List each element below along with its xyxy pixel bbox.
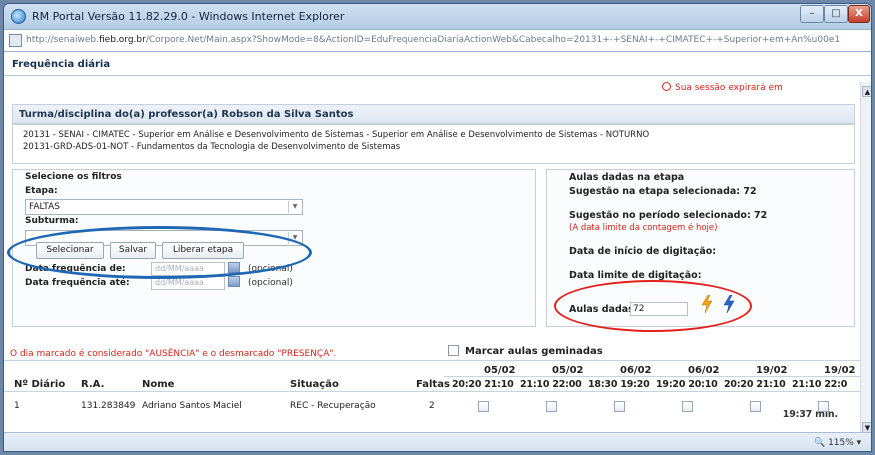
etapa-value: FALTAS <box>29 202 60 212</box>
url-prefix: http://senaiweb. <box>26 35 99 45</box>
address-bar[interactable]: http://senaiweb.fieb.org.br/Corpore.Net/… <box>4 30 871 52</box>
time-header: 21:10 22:00 <box>520 379 582 390</box>
page-title: Frequência diária <box>12 59 111 70</box>
page-content: Frequência diária Sua sessão expirará em… <box>4 52 871 432</box>
limite-digitacao: Data limite de digitação: <box>569 270 702 281</box>
status-bar: 🔍 115% ▾ <box>4 432 871 451</box>
zoom-control[interactable]: 🔍 115% ▾ <box>814 438 861 448</box>
geminadas-checkbox[interactable] <box>448 345 459 356</box>
contagem-note: (A data limite da contagem é hoje) <box>569 223 718 233</box>
header-bottom-line <box>4 391 860 392</box>
scroll-down-icon[interactable]: ▼ <box>862 422 871 432</box>
course-line: 20131 - SENAI - CIMATEC - Superior em An… <box>23 130 650 140</box>
table-top-line <box>4 360 860 361</box>
sugestao-periodo: Sugestão no período selecionado: 72 <box>569 210 768 221</box>
vertical-scrollbar[interactable]: ▲ ▼ <box>860 82 871 432</box>
subturma-label: Subturma: <box>25 216 79 226</box>
class-panel-header: Turma/disciplina do(a) professor(a) Robs… <box>12 104 855 124</box>
url-path: /Corpore.Net/Main.aspx?ShowMode=8&Action… <box>145 35 841 45</box>
cell-diario: 1 <box>14 401 20 411</box>
time-header: 19:20 20:10 <box>656 379 718 390</box>
time-header: 21:10 22:0 <box>792 379 848 390</box>
session-label: Sua sessão expirará em <box>675 83 783 93</box>
highlight-oval-buttons <box>7 226 312 279</box>
course-info: 20131 - SENAI - CIMATEC - Superior em An… <box>12 124 855 164</box>
col-header-situacao: Situação <box>290 379 339 390</box>
browser-window: RM Portal Versão 11.82.29.0 - Windows In… <box>3 3 872 452</box>
url-domain: fieb.org.br <box>99 35 146 45</box>
title-bar: RM Portal Versão 11.82.29.0 - Windows In… <box>4 4 871 30</box>
optional-note: (opcional) <box>248 278 293 288</box>
time-header: 18:30 19:20 <box>588 379 650 390</box>
session-time: 19:37 min. <box>782 409 838 420</box>
close-button[interactable]: X <box>848 5 870 23</box>
calendar-icon[interactable] <box>228 276 240 287</box>
etapa-label: Etapa: <box>25 186 58 196</box>
date-header: 05/02 <box>484 365 516 376</box>
discipline-line: 20131-GRD-ADS-01-NOT - Fundamentos da Te… <box>23 142 401 152</box>
ie-logo-icon <box>11 9 26 24</box>
cell-situacao: REC - Recuperação <box>290 401 376 411</box>
sugestao-etapa: Sugestão na etapa selecionada: 72 <box>569 186 757 197</box>
date-header: 05/02 <box>552 365 584 376</box>
zoom-level: 115% <box>828 438 854 448</box>
attendance-checkbox[interactable] <box>750 401 761 412</box>
col-header-faltas: Faltas <box>416 379 450 390</box>
summary-title: Aulas dadas na etapa <box>569 172 685 183</box>
col-header-ra: R.A. <box>81 379 105 390</box>
highlight-oval-aulas <box>554 280 752 332</box>
window-title: RM Portal Versão 11.82.29.0 - Windows In… <box>32 10 345 23</box>
date-header: 06/02 <box>620 365 652 376</box>
col-header-diario: Nº Diário <box>14 379 66 390</box>
cell-ra: 131.283849 <box>81 401 136 411</box>
etapa-select[interactable]: FALTAS ▼ <box>25 199 303 215</box>
chevron-down-icon: ▼ <box>288 201 301 213</box>
data-ate-label: Data frequência até: <box>25 278 130 288</box>
geminadas-label: Marcar aulas geminadas <box>465 346 603 357</box>
minimize-button[interactable]: – <box>800 5 824 23</box>
cell-nome: Adriano Santos Maciel <box>142 401 242 411</box>
time-header: 20:20 21:10 <box>724 379 786 390</box>
date-header: 19/02 <box>756 365 788 376</box>
cell-faltas: 2 <box>429 401 435 411</box>
attendance-checkbox[interactable] <box>682 401 693 412</box>
time-header: 20:20 21:10 <box>452 379 514 390</box>
attendance-checkbox[interactable] <box>818 401 829 412</box>
inicio-digitacao: Data de início de digitação: <box>569 246 717 257</box>
attendance-checkbox[interactable] <box>478 401 489 412</box>
filters-title: Selecione os filtros <box>25 172 122 182</box>
class-panel-title: Turma/disciplina do(a) professor(a) Robs… <box>19 109 354 120</box>
date-header: 19/02 <box>824 365 856 376</box>
date-row-line <box>444 376 860 377</box>
maximize-button[interactable]: □ <box>824 5 848 23</box>
attendance-checkbox[interactable] <box>546 401 557 412</box>
scroll-up-icon[interactable]: ▲ <box>862 86 871 97</box>
url-text[interactable]: http://senaiweb.fieb.org.br/Corpore.Net/… <box>26 35 840 45</box>
attendance-checkbox[interactable] <box>614 401 625 412</box>
col-header-nome: Nome <box>142 379 175 390</box>
date-header: 06/02 <box>688 365 720 376</box>
title-divider <box>4 75 871 76</box>
session-timer: Sua sessão expirará em 19:37 min. <box>662 82 838 420</box>
clock-icon <box>662 82 671 91</box>
legend-note: O dia marcado é considerado "AUSÊNCIA" e… <box>10 349 337 359</box>
page-icon <box>9 34 22 47</box>
